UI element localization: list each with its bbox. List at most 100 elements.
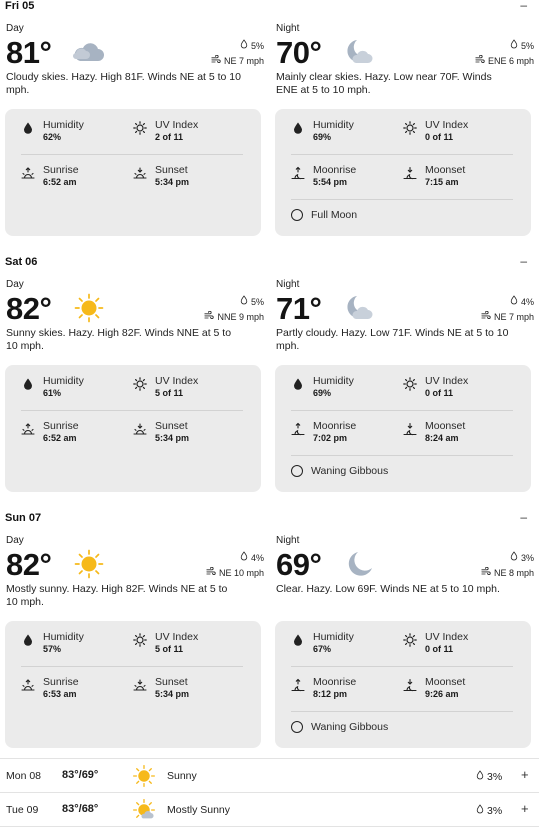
sunrise-label: Sunrise [43, 164, 79, 176]
sunrise-icon [21, 678, 35, 692]
forecast-condition: Sunny [167, 770, 197, 782]
collapse-toggle[interactable]: – [520, 0, 527, 12]
moonrise-label: Moonrise [313, 420, 357, 432]
humidity-icon [291, 377, 305, 391]
row-divider [0, 792, 539, 793]
card-divider [291, 410, 513, 411]
moon-phase-label: Full Moon [311, 209, 358, 221]
moonrise-icon [291, 166, 305, 180]
humidity-label: Humidity [43, 631, 84, 643]
humidity: Humidity 62% [21, 119, 131, 149]
forecast-row[interactable]: Tue 09 83°/68° Mostly Sunny 3% + [0, 796, 539, 824]
night-precip-chance: 5% [520, 41, 534, 51]
night-precip-chance: 3% [520, 553, 534, 563]
uv-index: UV Index 0 of 11 [403, 119, 513, 149]
humidity-value: 69% [313, 388, 332, 398]
moonrise: Moonrise 8:12 pm [291, 676, 401, 706]
card-divider [21, 154, 243, 155]
moonset-value: 7:15 am [425, 177, 459, 187]
day-section-header[interactable]: Fri 05 – [0, 0, 539, 14]
forecast-temps: 83°/69° [62, 769, 99, 781]
sunrise-value: 6:52 am [43, 177, 77, 187]
day-details-card: Humidity 61% UV Index 5 of 11 Sunrise 6:… [5, 365, 261, 492]
moonrise-value: 8:12 pm [313, 689, 348, 699]
humidity-icon [21, 633, 35, 647]
humidity-value: 69% [313, 132, 332, 142]
moonrise: Moonrise 7:02 pm [291, 420, 401, 450]
raindrop-icon [476, 770, 484, 783]
night-temperature: 69° [276, 547, 322, 582]
collapse-toggle[interactable]: – [520, 254, 527, 268]
raindrop-icon [240, 295, 248, 310]
sunset-value: 5:34 pm [155, 433, 190, 443]
day-precip-wind: 5% NE 7 mph [211, 39, 264, 69]
moon-phase: Full Moon [291, 209, 357, 221]
sunrise-label: Sunrise [43, 676, 79, 688]
uv-index: UV Index 2 of 11 [133, 119, 243, 149]
moon-phase-label: Waning Gibbous [311, 721, 389, 733]
moon-phase-label: Waning Gibbous [311, 465, 389, 477]
humidity-icon [21, 121, 35, 135]
cloudy-icon [72, 37, 106, 67]
expand-button[interactable]: + [521, 767, 529, 782]
sunset-icon [133, 422, 147, 436]
moon-phase-icon [291, 721, 303, 733]
sunset-icon [133, 166, 147, 180]
day-description: Mostly sunny. Hazy. High 82F. Winds NE a… [6, 583, 228, 608]
uv-index: UV Index 0 of 11 [403, 375, 513, 405]
day-details-card: Humidity 57% UV Index 5 of 11 Sunrise 6:… [5, 621, 261, 748]
day-precip-chance: 5% [250, 41, 264, 51]
humidity-icon [291, 633, 305, 647]
moonset-value: 9:26 am [425, 689, 459, 699]
uv-index-label: UV Index [155, 375, 199, 387]
day-section-header[interactable]: Sat 06 – [0, 254, 539, 270]
forecast-precip: 3% [476, 804, 502, 817]
night-details-card: Humidity 67% UV Index 0 of 11 Moonrise 8… [275, 621, 531, 748]
moon-phase: Waning Gibbous [291, 721, 388, 733]
day-description: Cloudy skies. Hazy. High 81F. Winds NE a… [6, 71, 241, 96]
collapse-toggle[interactable]: – [520, 510, 527, 524]
sunrise: Sunrise 6:53 am [21, 676, 131, 706]
sun-icon [72, 293, 106, 323]
card-divider [291, 154, 513, 155]
day-wind: NNE 9 mph [217, 312, 264, 322]
moon-phase-icon [291, 209, 303, 221]
humidity: Humidity 61% [21, 375, 131, 405]
forecast-temps: 83°/68° [62, 803, 99, 815]
humidity-value: 61% [43, 388, 62, 398]
row-divider [0, 758, 539, 759]
forecast-precip: 3% [476, 770, 502, 783]
day-description: Sunny skies. Hazy. High 82F. Winds NNE a… [6, 327, 232, 352]
raindrop-icon [510, 295, 518, 310]
day-label: Day [6, 279, 24, 290]
humidity: Humidity 69% [291, 375, 401, 405]
moonrise: Moonrise 5:54 pm [291, 164, 401, 194]
uv-index-value: 0 of 11 [425, 388, 454, 398]
expand-button[interactable]: + [521, 801, 529, 816]
moonrise-value: 5:54 pm [313, 177, 348, 187]
uv-index: UV Index 5 of 11 [133, 375, 243, 405]
day-details-card: Humidity 62% UV Index 2 of 11 Sunrise 6:… [5, 109, 261, 236]
sunset-value: 5:34 pm [155, 177, 190, 187]
partly-sunny-icon [131, 798, 157, 822]
sunset-label: Sunset [155, 420, 188, 432]
moonset-label: Moonset [425, 420, 466, 432]
night-label: Night [276, 535, 300, 546]
night-details-card: Humidity 69% UV Index 0 of 11 Moonrise 5… [275, 109, 531, 236]
uv-index-label: UV Index [425, 119, 469, 131]
uv-index-label: UV Index [155, 631, 199, 643]
card-divider [291, 199, 513, 200]
night-precip-wind: 3% NE 8 mph [481, 551, 534, 581]
uv-index-icon [133, 377, 147, 391]
uv-index-value: 5 of 11 [155, 644, 184, 654]
humidity-label: Humidity [313, 631, 354, 643]
uv-index-value: 2 of 11 [155, 132, 184, 142]
moonset-icon [403, 678, 417, 692]
night-description: Partly cloudy. Hazy. Low 71F. Winds NE a… [276, 327, 509, 352]
humidity-label: Humidity [313, 119, 354, 131]
wind-icon [475, 54, 485, 69]
forecast-row[interactable]: Mon 08 83°/69° Sunny 3% + [0, 762, 539, 790]
day-section-header[interactable]: Sun 07 – [0, 510, 539, 526]
day-temperature: 81° [6, 35, 52, 70]
humidity: Humidity 57% [21, 631, 131, 661]
